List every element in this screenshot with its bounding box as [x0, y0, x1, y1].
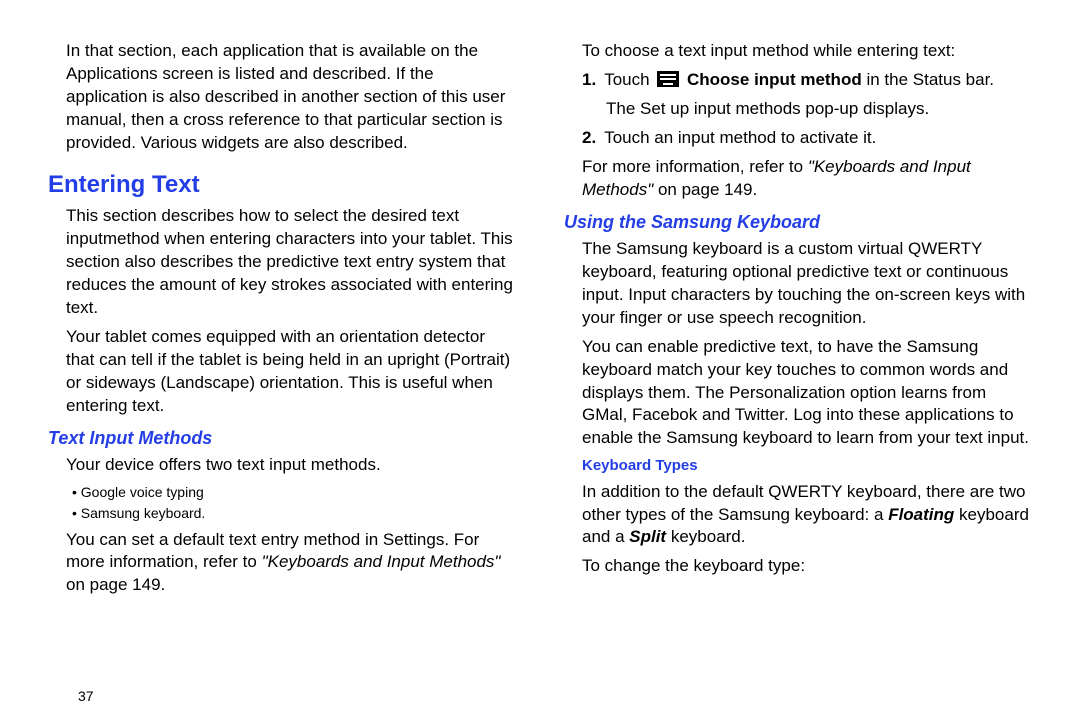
- apps-intro-paragraph: In that section, each application that i…: [66, 40, 516, 155]
- tim-cross-ref: "Keyboards and Input Methods": [262, 552, 501, 571]
- step-1: 1.Touch Choose input method in the Statu…: [606, 69, 1032, 92]
- step-2-text: Touch an input method to activate it.: [604, 128, 876, 147]
- heading-using-samsung-keyboard: Using the Samsung Keyboard: [564, 210, 1032, 234]
- usk-p2: You can enable predictive text, to have …: [582, 336, 1032, 451]
- kt-paragraph: In addition to the default QWERTY keyboa…: [582, 481, 1032, 550]
- step-2: 2.Touch an input method to activate it.: [606, 127, 1032, 150]
- step-1-bold: Choose input method: [682, 70, 861, 89]
- heading-text-input-methods: Text Input Methods: [48, 426, 516, 450]
- more-pre: For more information, refer to: [582, 157, 808, 176]
- entering-text-p1: This section describes how to select the…: [66, 205, 516, 320]
- heading-keyboard-types: Keyboard Types: [582, 456, 1032, 476]
- kt-floating: Floating: [888, 505, 954, 524]
- tim-intro: Your device offers two text input method…: [66, 454, 516, 477]
- step-1-line2: The Set up input methods pop-up displays…: [606, 98, 1032, 121]
- choose-intro: To choose a text input method while ente…: [582, 40, 1032, 63]
- page-number: 37: [78, 687, 94, 706]
- step-2-number: 2.: [582, 128, 596, 147]
- step-1-pre: Touch: [604, 70, 654, 89]
- kt-change: To change the keyboard type:: [582, 555, 1032, 578]
- step-1-number: 1.: [582, 70, 596, 89]
- more-info: For more information, refer to "Keyboard…: [582, 156, 1032, 202]
- entering-text-p2: Your tablet comes equipped with an orien…: [66, 326, 516, 418]
- keyboard-icon: [657, 71, 679, 87]
- manual-page: In that section, each application that i…: [0, 0, 1080, 720]
- tim-bullet-1: Google voice typing: [72, 483, 516, 502]
- tim-after-post: on page 149.: [66, 575, 165, 594]
- step-1-post: in the Status bar.: [862, 70, 994, 89]
- usk-p1: The Samsung keyboard is a custom virtual…: [582, 238, 1032, 330]
- tim-after: You can set a default text entry method …: [66, 529, 516, 598]
- tim-bullet-2: Samsung keyboard.: [72, 504, 516, 523]
- kt-post: keyboard.: [666, 527, 745, 546]
- kt-split: Split: [629, 527, 666, 546]
- heading-entering-text: Entering Text: [48, 169, 516, 201]
- more-post: on page 149.: [653, 180, 757, 199]
- tim-bullet-list: Google voice typing Samsung keyboard.: [72, 483, 516, 523]
